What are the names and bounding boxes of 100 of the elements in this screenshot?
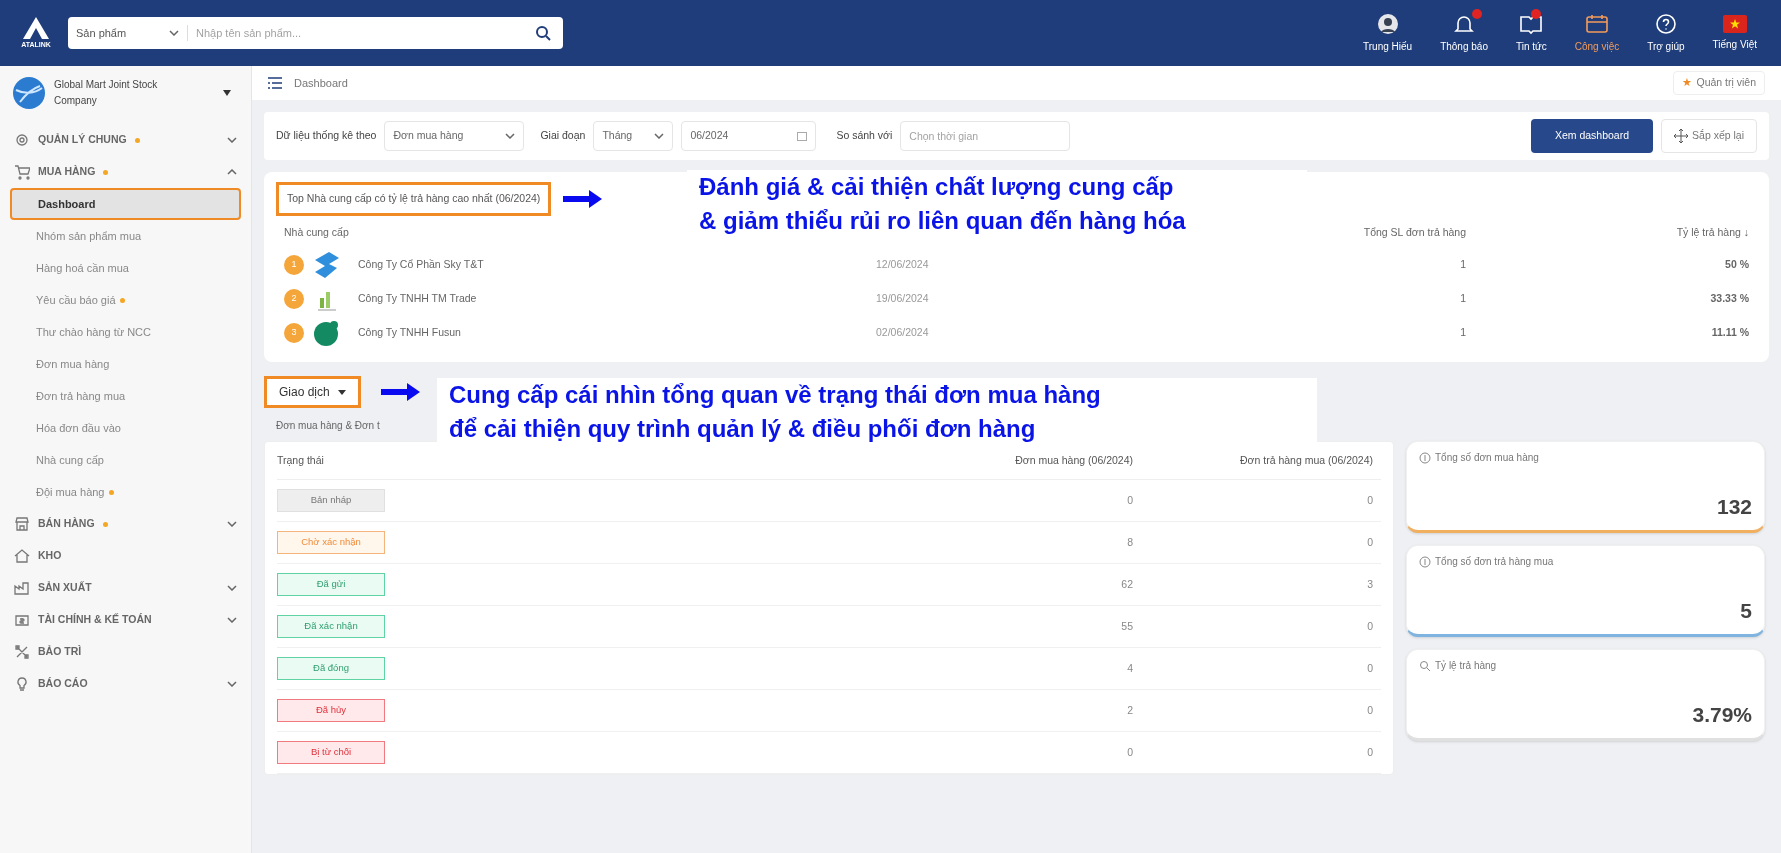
column-header: Đơn mua hàng (06/2024)	[1014, 452, 1134, 468]
sidebar-section[interactable]: KHO	[10, 540, 241, 572]
arrow-icon	[380, 382, 421, 402]
rank-badge: 1	[284, 255, 304, 275]
column-header: Đơn trả hàng mua (06/2024)	[1239, 452, 1374, 468]
sidebar-item[interactable]: Đơn trả hàng mua	[10, 380, 241, 412]
move-icon	[1674, 129, 1689, 143]
transactions-dropdown[interactable]: Giao dịch	[264, 376, 361, 408]
nav-button[interactable]: Tin tức	[1507, 12, 1555, 54]
sidebar-section[interactable]: MUA HÀNG	[10, 156, 241, 188]
table-cell-text: 50 %	[1724, 257, 1749, 273]
status-tag: Bị từ chối	[277, 741, 385, 764]
caret-icon	[337, 389, 346, 395]
chevron-icon	[169, 30, 179, 36]
category-select[interactable]: Sản phẩm	[68, 24, 188, 42]
sidebar-section[interactable]: BÁN HÀNG	[10, 508, 241, 540]
factory-icon	[14, 580, 30, 596]
chevron-icon	[227, 617, 237, 623]
table-cell-text: 0	[1366, 702, 1374, 718]
view-dashboard-button[interactable]: Xem dashboard	[1530, 119, 1654, 153]
sidebar-item[interactable]: Dashboard	[10, 188, 241, 220]
status-tag: Đã gửi	[277, 573, 385, 596]
table-cell-text: 0	[1126, 492, 1134, 508]
supplier-name: Công Ty TNHH TM Trade	[358, 291, 477, 307]
filter-label: Dữ liệu thống kê theo	[276, 128, 377, 144]
role-badge: ★ Quản trị viên	[1673, 71, 1765, 95]
calendar-icon	[1584, 12, 1609, 35]
stat-label: Tổng số đơn mua hàng	[1435, 451, 1539, 465]
stat-label: Tổng số đơn trả hàng mua	[1435, 555, 1554, 569]
sidebar-item[interactable]: Hàng hoá cần mua	[10, 252, 241, 284]
sidebar-item[interactable]: Nhà cung cấp	[10, 444, 241, 476]
table-cell-text: 0	[1366, 744, 1374, 760]
stat-value: 132	[1715, 493, 1752, 520]
column-header: Tổng SL đơn trả hàng	[1362, 225, 1466, 241]
company-name: Global Mart Joint Stock Company	[54, 78, 159, 108]
table-cell-text: 4	[1126, 660, 1134, 676]
list-icon	[268, 77, 282, 89]
sidebar-section[interactable]: TÀI CHÍNH & KẾ TOÁN	[10, 604, 241, 636]
caret-icon[interactable]	[223, 90, 231, 96]
sidebar-item[interactable]: Hóa đơn đầu vào	[10, 412, 241, 444]
table-cell-text: 1	[1459, 325, 1466, 341]
compare-date-field[interactable]: Chọn thời gian	[900, 121, 1071, 151]
column-header: Trạng thái	[277, 452, 325, 468]
chevron-icon	[227, 137, 237, 143]
status-tag: Đã xác nhận	[277, 615, 385, 638]
stat-select[interactable]: Đơn mua hàng	[384, 121, 525, 151]
card-title: Top Nhà cung cấp có tỷ lệ trả hàng cao nhất (06/2024)	[276, 182, 552, 216]
sidebar-item[interactable]: Yêu cầu báo giá	[10, 284, 241, 316]
table-cell-text: 62	[1120, 576, 1134, 592]
chevron-icon	[505, 133, 516, 139]
supplier-name: Công Ty TNHH Fusun	[358, 325, 461, 341]
table-cell-text: 2	[1126, 702, 1134, 718]
sidebar-item[interactable]: Nhóm sản phẩm mua	[10, 220, 241, 252]
nav-button[interactable]: Tiếng Việt	[1704, 14, 1765, 52]
search-field[interactable]: Nhập tên sản phẩm...	[188, 17, 523, 49]
money-icon	[14, 612, 30, 628]
status-tag: Chờ xác nhận	[277, 531, 385, 554]
rearrange-button[interactable]: Sắp xếp lại	[1661, 119, 1757, 153]
section-subtitle: Đơn mua hàng & Đơn t	[276, 419, 380, 433]
stat-value: 3.79%	[1691, 701, 1752, 728]
filter-label: Giai đoạn	[540, 128, 586, 144]
search-icon[interactable]	[535, 25, 551, 41]
supplier-name: Công Ty Cổ Phần Sky T&T	[358, 257, 484, 273]
sidebar-item[interactable]: Thư chào hàng từ NCC	[10, 316, 241, 348]
sidebar-item[interactable]: Đội mua hàng	[10, 476, 241, 508]
chevron-icon	[227, 585, 237, 591]
table-cell-text: 0	[1366, 660, 1374, 676]
search-bar[interactable]: Sản phẩm Nhập tên sản phẩm...	[68, 17, 563, 49]
nav-button[interactable]: Thông báo	[1432, 12, 1496, 54]
chevron-icon	[227, 169, 237, 175]
rank-badge: 3	[284, 323, 304, 343]
sidebar-section[interactable]: BÁO CÁO	[10, 668, 241, 700]
table-cell-text: 33.33 %	[1709, 291, 1749, 307]
sidebar-section[interactable]: QUẢN LÝ CHUNG	[10, 124, 241, 156]
table-cell-text: 19/06/2024	[876, 291, 930, 307]
filter-label: So sánh với	[836, 128, 893, 144]
sidebar-section[interactable]: SẢN XUẤT	[10, 572, 241, 604]
table-cell-text: 0	[1366, 534, 1374, 550]
status-tag: Bản nháp	[277, 489, 385, 512]
nav-button[interactable]: Công việc	[1566, 12, 1628, 54]
sidebar-item[interactable]: Đơn mua hàng	[10, 348, 241, 380]
nav-button[interactable]: Trung Hiếu	[1355, 12, 1421, 54]
table-cell-text: 1	[1459, 291, 1466, 307]
table-cell-text: 0	[1366, 492, 1374, 508]
breadcrumb: Dashboard	[294, 75, 348, 91]
home-icon	[14, 548, 30, 564]
logo-icon	[21, 15, 51, 40]
search-icon	[1419, 659, 1431, 672]
cart-icon	[14, 164, 30, 180]
status-tag: Đã hủy	[277, 699, 385, 722]
period-select[interactable]: Tháng	[593, 121, 674, 151]
table-cell-text: 0	[1366, 618, 1374, 634]
table-cell-text: 3	[1366, 576, 1374, 592]
sidebar-section[interactable]: BẢO TRÌ	[10, 636, 241, 668]
stat-label: Tỷ lệ trả hàng	[1435, 659, 1497, 673]
date-field[interactable]: 06/2024	[681, 121, 817, 151]
nav-button[interactable]: Trợ giúp	[1639, 12, 1693, 54]
chevron-icon	[227, 521, 237, 527]
chevron-icon	[227, 681, 237, 687]
table-cell-text: 02/06/2024	[876, 325, 930, 341]
